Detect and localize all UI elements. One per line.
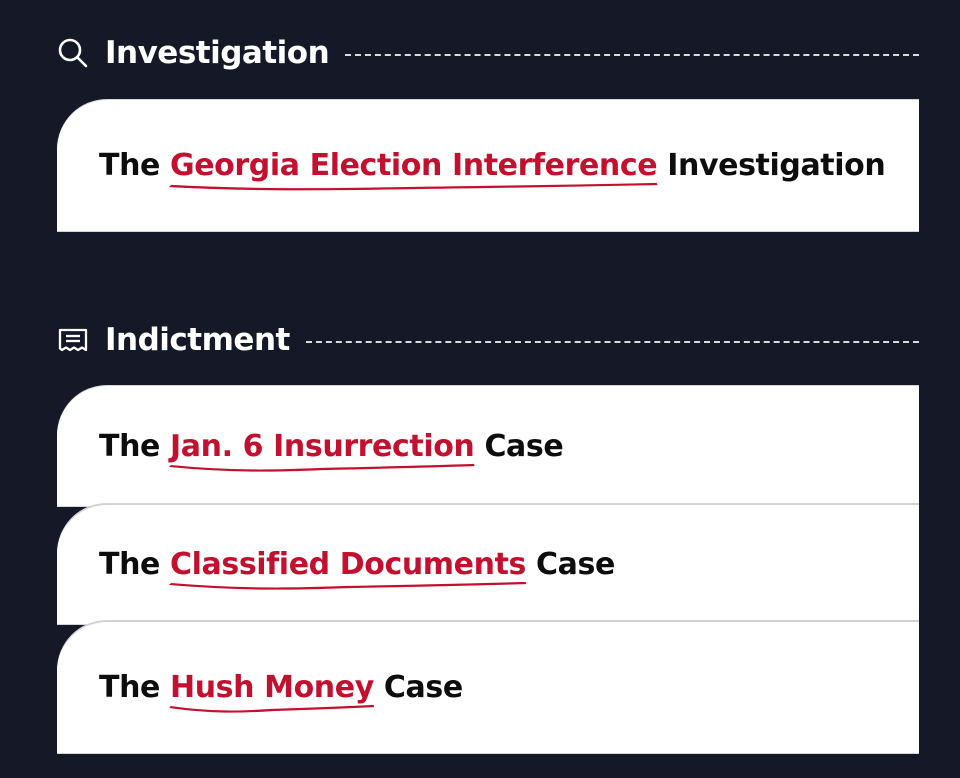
case-prefix: The: [99, 428, 160, 464]
case-card-georgia[interactable]: The Georgia Election Interference Invest…: [57, 100, 919, 231]
case-suffix: Case: [484, 428, 564, 464]
section-header-investigation: Investigation: [57, 33, 919, 73]
case-tracker: Investigation The Georgia Election Inter…: [0, 0, 960, 778]
case-suffix: Case: [383, 670, 463, 705]
case-prefix: The: [99, 148, 160, 183]
search-icon: [57, 37, 89, 69]
case-card-label: The Classified Documents Case: [99, 547, 615, 590]
case-suffix: Case: [536, 547, 615, 582]
section-title: Investigation: [105, 35, 330, 71]
section-header-indictment: Indictment: [57, 320, 919, 360]
case-card-label: The Hush Money Case: [99, 670, 463, 713]
case-link-classified-documents[interactable]: Classified Documents: [168, 547, 526, 590]
case-link-georgia-election-interference[interactable]: Georgia Election Interference: [168, 148, 658, 191]
case-suffix: Investigation: [667, 148, 886, 183]
case-card-label: The Jan. 6 Insurrection Case: [99, 428, 564, 472]
case-card-hush-money[interactable]: The Hush Money Case: [57, 621, 919, 753]
dashed-divider: [305, 341, 919, 343]
case-link-hush-money[interactable]: Hush Money: [169, 670, 374, 713]
section-title: Indictment: [105, 322, 290, 358]
dashed-divider: [345, 54, 919, 56]
case-link-jan-6-insurrection[interactable]: Jan. 6 Insurrection: [169, 429, 475, 472]
case-card-label: The Georgia Election Interference Invest…: [99, 148, 886, 191]
case-prefix: The: [99, 547, 160, 582]
case-card-jan6[interactable]: The Jan. 6 Insurrection Case: [57, 386, 919, 506]
case-card-classified-documents[interactable]: The Classified Documents Case: [57, 504, 919, 624]
case-prefix: The: [99, 670, 160, 705]
receipt-icon: [57, 324, 89, 356]
